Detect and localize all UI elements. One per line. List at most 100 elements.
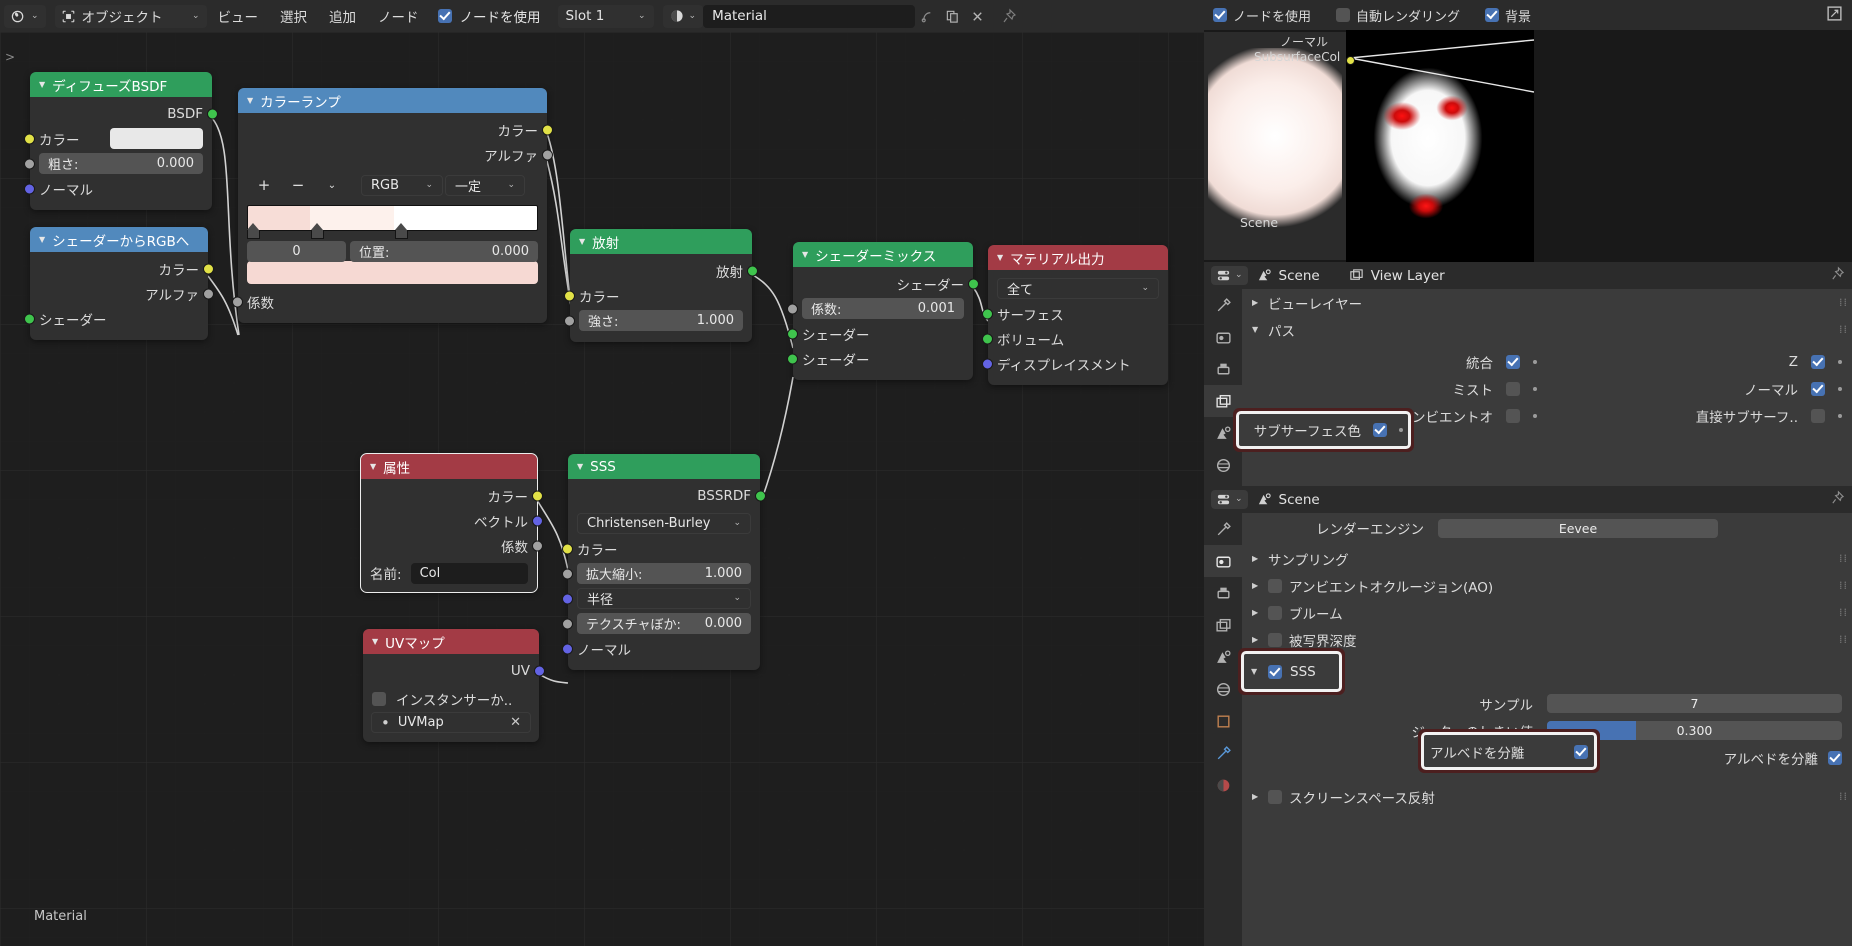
collapse-triangle-icon[interactable]: ▼ [39, 80, 45, 89]
socket-shader-out[interactable] [968, 278, 979, 289]
section-sampling[interactable]: ▶ サンプリング ⁞⁞ [1242, 545, 1852, 572]
socket-bssrdf-out[interactable] [755, 490, 766, 501]
socket-shader-in[interactable] [24, 313, 35, 324]
backdrop-toggle[interactable]: 背景 [1485, 6, 1531, 25]
tab-output-icon[interactable] [1204, 353, 1242, 385]
node-header[interactable]: ▼ SSS [568, 454, 760, 479]
node-material-output[interactable]: ▼ マテリアル出力 全て ⌄ サーフェス ボリューム ディスプレイスメント [982, 245, 1168, 385]
node-attribute[interactable]: ▼ 属性 カラー ベクトル 係数 名前: Col [360, 453, 543, 593]
separate-albedo-row-hl[interactable]: アルベドを分離 [1430, 740, 1588, 763]
node-uv-map[interactable]: ▼ UVマップ UV インスタンサーか.. • UVMap ✕ [363, 629, 545, 742]
tab-object-icon[interactable] [1204, 705, 1242, 737]
scale-field[interactable]: 拡大縮小: 1.000 [577, 563, 751, 584]
section-sss[interactable]: ▼ SSS [1251, 659, 1316, 684]
roughness-field[interactable]: 粗さ: 0.000 [39, 153, 203, 174]
socket-volume-in[interactable] [982, 333, 993, 344]
menu-select[interactable]: 選択 [269, 5, 318, 28]
pass-direct-subsurface-checkbox[interactable] [1811, 408, 1825, 423]
ramp-menu-button[interactable]: ⌄ [315, 174, 349, 196]
viewlayer-breadcrumb[interactable]: View Layer [1349, 268, 1445, 284]
section-passes[interactable]: ▼ パス ⁞⁞ [1242, 316, 1852, 343]
socket-color-in[interactable] [562, 543, 573, 554]
pass-combined-checkbox[interactable] [1506, 354, 1520, 369]
collapse-triangle-icon[interactable]: ▼ [247, 96, 253, 105]
socket-alpha-out[interactable] [203, 288, 214, 299]
node-diffuse-bsdf[interactable]: ▼ ディフューズBSDF BSDF カラー 粗さ: 0.000 ノーマル [24, 72, 218, 210]
color-ramp-band[interactable] [247, 205, 538, 239]
pin-icon[interactable] [996, 5, 1021, 28]
scene-breadcrumb[interactable]: Scene [1257, 268, 1320, 284]
ssr-checkbox[interactable] [1268, 789, 1282, 804]
pass-z-row[interactable]: Z [1547, 348, 1852, 375]
collapse-triangle-icon[interactable]: ▼ [579, 237, 585, 246]
socket-fac-in[interactable] [232, 296, 243, 307]
viewlayer-tab-strip[interactable] [1204, 289, 1242, 486]
node-emission[interactable]: ▼ 放射 放射 カラー 強さ: 1.000 [564, 229, 758, 342]
tab-world-icon[interactable] [1204, 673, 1242, 705]
shading-type-selector[interactable]: オブジェクト ⌄ [54, 4, 207, 28]
node-mix-shader[interactable]: ▼ シェーダーミックス シェーダー 係数: 0.001 シェーダー シェーダー [787, 242, 979, 380]
maximize-icon[interactable] [1826, 5, 1843, 26]
ramp-index-field[interactable]: 0 [247, 241, 346, 262]
ramp-position-field[interactable]: 位置: 0.000 [350, 241, 538, 262]
menu-view[interactable]: ビュー [207, 5, 270, 28]
socket-surface-in[interactable] [982, 308, 993, 319]
separate-albedo-checkbox[interactable] [1828, 750, 1842, 765]
use-nodes-toggle[interactable]: ノードを使用 [430, 6, 549, 26]
socket-color-out[interactable] [203, 263, 214, 274]
preview-use-nodes-toggle[interactable]: ノードを使用 [1213, 6, 1311, 25]
strength-field[interactable]: 強さ: 1.000 [579, 310, 743, 331]
sidebar-toggle-arrow[interactable]: > [5, 50, 15, 64]
color-swatch[interactable] [110, 128, 203, 149]
pass-subsurface-color-row[interactable]: サブサーフェス色 [1245, 418, 1403, 442]
pass-mist-row[interactable]: ミスト [1242, 375, 1547, 402]
collapse-triangle-icon[interactable]: ▼ [997, 253, 1003, 262]
section-viewlayer[interactable]: ▶ ビューレイヤー ⁞⁞ [1242, 289, 1852, 316]
sss-method-dropdown[interactable]: Christensen-Burley ⌄ [577, 513, 751, 534]
tab-viewlayer-icon[interactable] [1204, 609, 1242, 641]
socket-normal-in[interactable] [24, 183, 35, 194]
bloom-checkbox[interactable] [1268, 605, 1282, 620]
sss-checkbox[interactable] [1268, 664, 1282, 679]
node-color-ramp[interactable]: ▼ カラーランプ カラー アルファ + − ⌄ RGB ⌄ 一定 ⌄ 0 位置:… [232, 88, 553, 323]
node-header[interactable]: ▼ シェーダーミックス [793, 242, 973, 267]
tab-scene-icon[interactable] [1204, 641, 1242, 673]
node-editor-canvas[interactable]: > Material ▼ ディフューズBSDF BSDF カラー 粗さ: 0.0… [0, 32, 1204, 946]
socket-color-in[interactable] [564, 290, 575, 301]
from-instancer-row[interactable]: インスタンサーか.. [363, 683, 539, 709]
animate-dot[interactable] [1838, 413, 1842, 418]
add-stop-button[interactable]: + [247, 174, 281, 196]
node-header[interactable]: ▼ UVマップ [363, 629, 539, 654]
pin-icon[interactable] [1830, 490, 1845, 509]
collapse-triangle-icon[interactable]: ▼ [39, 235, 45, 244]
animate-dot[interactable] [1838, 386, 1842, 391]
editor-type-button[interactable]: ⌄ [1211, 266, 1248, 285]
attribute-name-field[interactable]: Col [410, 562, 528, 584]
socket-roughness-in[interactable] [24, 158, 35, 169]
socket-emission-out[interactable] [747, 265, 758, 276]
tab-viewlayer-icon[interactable] [1204, 385, 1242, 417]
fake-user-icon[interactable] [915, 5, 940, 28]
pass-ao-checkbox[interactable] [1506, 408, 1520, 423]
pass-combined-row[interactable]: 統合 [1242, 348, 1547, 375]
output-target-dropdown[interactable]: 全て ⌄ [997, 278, 1159, 299]
render-engine-dropdown[interactable]: Eevee [1438, 518, 1718, 538]
section-depth-of-field[interactable]: ▶ 被写界深度 ⁞⁞ [1242, 626, 1852, 653]
socket-displacement-in[interactable] [982, 358, 993, 369]
ramp-active-color-swatch[interactable] [247, 261, 538, 284]
section-bloom[interactable]: ▶ ブルーム ⁞⁞ [1242, 599, 1852, 626]
node-header[interactable]: ▼ ディフューズBSDF [30, 72, 212, 97]
socket-alpha-out[interactable] [542, 149, 553, 160]
node-shader-to-rgb[interactable]: ▼ シェーダーからRGBへ カラー アルファ シェーダー [24, 227, 214, 340]
node-header[interactable]: ▼ マテリアル出力 [988, 245, 1168, 270]
node-header[interactable]: ▼ カラーランプ [238, 88, 547, 113]
socket-bsdf-out[interactable] [207, 108, 218, 119]
section-screen-space-reflection[interactable]: ▶ スクリーンスペース反射 ⁞⁞ [1242, 783, 1852, 810]
animate-dot[interactable] [1533, 359, 1537, 364]
tab-tool-icon[interactable] [1204, 513, 1242, 545]
pin-icon[interactable] [1830, 266, 1845, 285]
sss-samples-field[interactable]: 7 [1547, 694, 1842, 713]
socket-fac-in[interactable] [787, 303, 798, 314]
socket-vector-out[interactable] [532, 515, 543, 526]
editor-type-button[interactable]: ⌄ [1211, 490, 1248, 509]
